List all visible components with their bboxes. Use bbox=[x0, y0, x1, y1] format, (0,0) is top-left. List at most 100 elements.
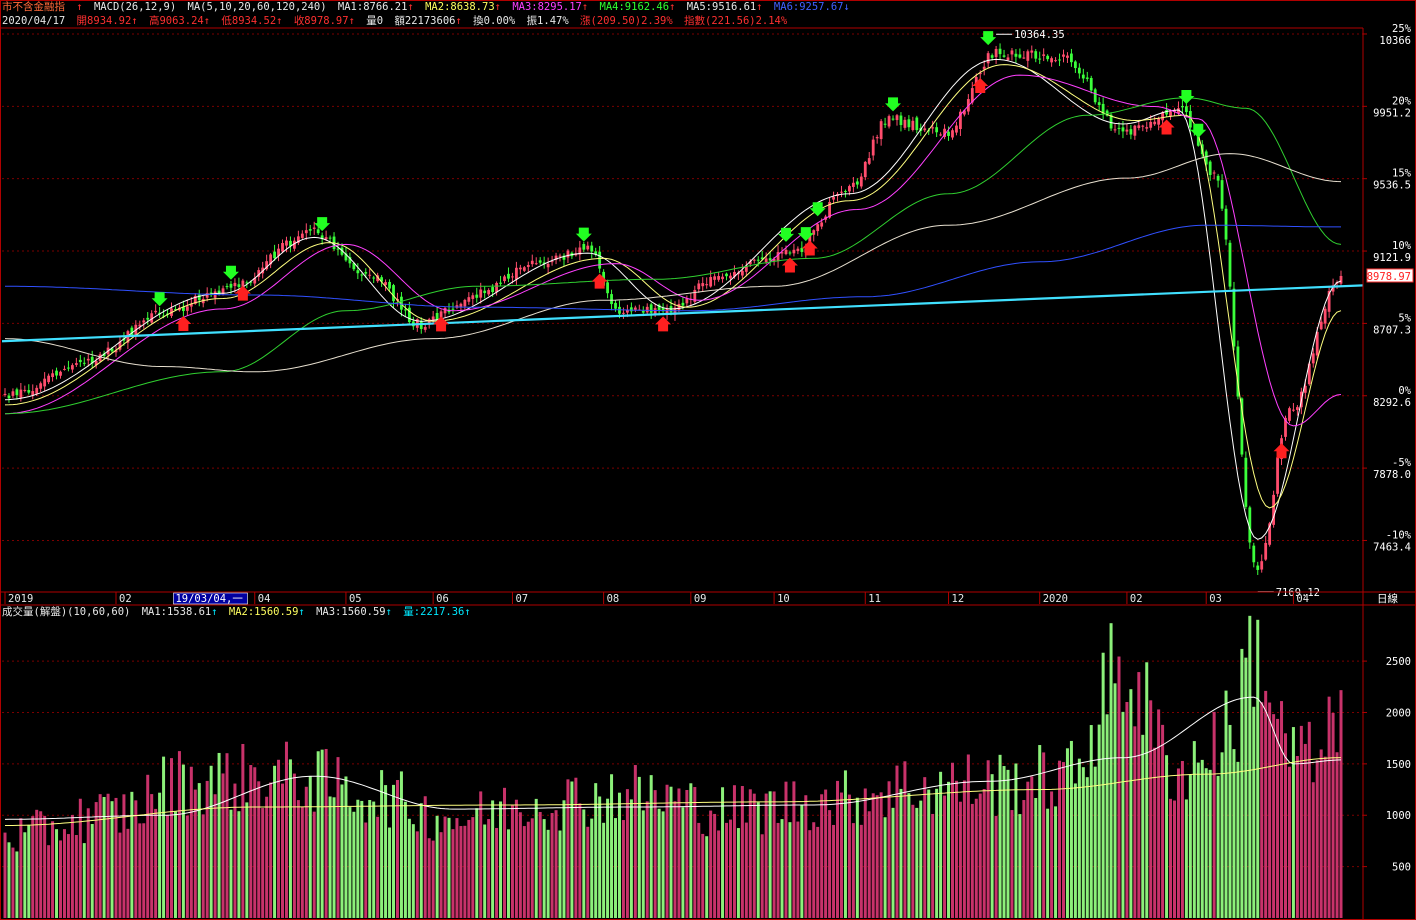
volume-bar[interactable] bbox=[1050, 791, 1054, 918]
volume-bar[interactable] bbox=[1085, 777, 1089, 918]
volume-bar[interactable] bbox=[570, 781, 574, 918]
volume-bar[interactable] bbox=[1315, 760, 1319, 918]
volume-bar[interactable] bbox=[158, 792, 162, 918]
sell-signal-arrow-icon[interactable] bbox=[575, 227, 592, 242]
buy-signal-arrow-icon[interactable] bbox=[175, 316, 192, 332]
sell-signal-arrow-icon[interactable] bbox=[777, 227, 794, 242]
volume-bar[interactable] bbox=[1228, 724, 1232, 918]
volume-bar[interactable] bbox=[542, 819, 546, 918]
volume-bar[interactable] bbox=[530, 818, 534, 918]
candle-body[interactable] bbox=[43, 378, 47, 387]
volume-bar[interactable] bbox=[55, 829, 59, 918]
candle-body[interactable] bbox=[558, 255, 562, 257]
candle-body[interactable] bbox=[1093, 89, 1097, 103]
volume-bar[interactable] bbox=[185, 815, 189, 918]
candle-body[interactable] bbox=[546, 263, 550, 268]
volume-bar[interactable] bbox=[39, 811, 43, 918]
candle-body[interactable] bbox=[82, 362, 86, 364]
volume-bar[interactable] bbox=[1311, 782, 1315, 918]
volume-bar[interactable] bbox=[883, 817, 887, 918]
candle-body[interactable] bbox=[633, 307, 637, 310]
candle-body[interactable] bbox=[1288, 408, 1291, 421]
candle-body[interactable] bbox=[788, 252, 792, 254]
volume-bar[interactable] bbox=[994, 815, 998, 918]
candle-body[interactable] bbox=[796, 248, 800, 251]
volume-bar[interactable] bbox=[637, 776, 641, 918]
volume-bar[interactable] bbox=[919, 800, 923, 918]
volume-bar[interactable] bbox=[1018, 814, 1022, 918]
volume-bar[interactable] bbox=[582, 809, 586, 918]
volume-bar[interactable] bbox=[455, 818, 459, 918]
candle-body[interactable] bbox=[891, 118, 895, 120]
volume-bar[interactable] bbox=[649, 775, 653, 918]
volume-bar[interactable] bbox=[610, 774, 614, 918]
volume-bar[interactable] bbox=[288, 759, 292, 918]
volume-bar[interactable] bbox=[1287, 766, 1291, 918]
volume-bar[interactable] bbox=[514, 799, 518, 918]
candle-body[interactable] bbox=[1077, 67, 1081, 74]
candle-body[interactable] bbox=[483, 290, 487, 294]
candle-body[interactable] bbox=[713, 276, 717, 280]
volume-bar[interactable] bbox=[27, 824, 31, 918]
candle-body[interactable] bbox=[820, 222, 824, 227]
volume-bar[interactable] bbox=[974, 798, 978, 918]
volume-bar[interactable] bbox=[269, 782, 273, 918]
volume-bar[interactable] bbox=[982, 788, 986, 918]
candle-body[interactable] bbox=[15, 389, 19, 396]
candle-body[interactable] bbox=[756, 259, 760, 261]
candle-body[interactable] bbox=[1085, 77, 1089, 79]
candle-body[interactable] bbox=[935, 127, 939, 133]
volume-bar[interactable] bbox=[954, 780, 958, 918]
volume-bar[interactable] bbox=[958, 801, 962, 918]
volume-bar[interactable] bbox=[336, 757, 340, 918]
candle-body[interactable] bbox=[225, 286, 229, 288]
volume-bar[interactable] bbox=[1260, 702, 1264, 918]
volume-bar[interactable] bbox=[1117, 656, 1121, 918]
volume-bar[interactable] bbox=[629, 799, 633, 918]
volume-bar[interactable] bbox=[943, 795, 947, 918]
candle-body[interactable] bbox=[281, 243, 284, 252]
volume-bar[interactable] bbox=[471, 817, 475, 918]
volume-bar[interactable] bbox=[828, 810, 832, 918]
candle-body[interactable] bbox=[1157, 118, 1161, 125]
volume-bar[interactable] bbox=[217, 752, 221, 918]
volume-bar[interactable] bbox=[1208, 769, 1212, 918]
candle-body[interactable] bbox=[994, 48, 998, 58]
volume-bar[interactable] bbox=[284, 741, 288, 918]
volume-bar[interactable] bbox=[189, 766, 193, 918]
candle-body[interactable] bbox=[511, 276, 514, 278]
candle-body[interactable] bbox=[1256, 565, 1260, 570]
candle-body[interactable] bbox=[1058, 59, 1061, 61]
candle-body[interactable] bbox=[1137, 125, 1141, 129]
volume-bar[interactable] bbox=[384, 785, 388, 918]
volume-bar[interactable] bbox=[261, 808, 265, 918]
candle-body[interactable] bbox=[951, 130, 954, 138]
volume-bar[interactable] bbox=[435, 815, 439, 918]
volume-bar[interactable] bbox=[328, 796, 332, 918]
candle-body[interactable] bbox=[285, 240, 288, 246]
volume-bar[interactable] bbox=[86, 808, 90, 918]
volume-bar[interactable] bbox=[1161, 724, 1165, 918]
candle-body[interactable] bbox=[1339, 275, 1343, 284]
volume-bar[interactable] bbox=[352, 811, 356, 918]
candle-body[interactable] bbox=[1042, 54, 1046, 56]
candle-body[interactable] bbox=[1006, 57, 1010, 61]
candle-body[interactable] bbox=[1070, 53, 1073, 63]
candle-body[interactable] bbox=[534, 263, 538, 265]
volume-bar[interactable] bbox=[1184, 799, 1188, 918]
volume-bar[interactable] bbox=[205, 780, 209, 918]
candle-body[interactable] bbox=[832, 197, 835, 200]
volume-bar[interactable] bbox=[851, 823, 855, 918]
volume-bar[interactable] bbox=[245, 802, 249, 918]
volume-bar[interactable] bbox=[1200, 759, 1204, 918]
candle-body[interactable] bbox=[1010, 50, 1014, 55]
volume-bar[interactable] bbox=[229, 809, 233, 918]
volume-bar[interactable] bbox=[673, 801, 677, 918]
volume-bar[interactable] bbox=[59, 840, 63, 918]
volume-bar[interactable] bbox=[1077, 758, 1081, 918]
volume-bar[interactable] bbox=[177, 751, 181, 918]
volume-bar[interactable] bbox=[1276, 718, 1280, 918]
candle-body[interactable] bbox=[3, 393, 7, 395]
volume-bar[interactable] bbox=[578, 803, 582, 918]
candle-body[interactable] bbox=[1208, 161, 1212, 175]
